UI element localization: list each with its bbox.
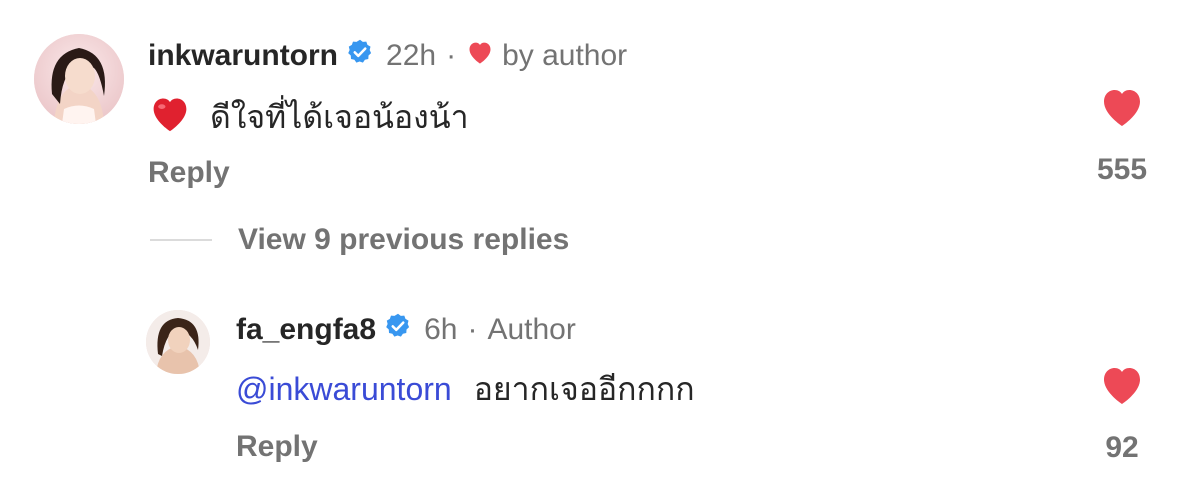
comments-thread: inkwaruntorn 22h · by author ดีใจที่ได้เ… (0, 0, 1200, 499)
liked-by-author-label: by author (502, 39, 628, 72)
reply-reply-button[interactable]: Reply (236, 430, 318, 464)
author-like-heart-icon (466, 39, 494, 73)
comment-like: 555 (1082, 84, 1162, 187)
reply-like-count[interactable]: 92 (1082, 431, 1162, 465)
avatar-fa-engfa8[interactable] (146, 310, 210, 374)
comment-separator: · (446, 39, 457, 72)
comment-username[interactable]: inkwaruntorn (148, 39, 338, 73)
reply-separator: · (467, 313, 478, 346)
reply-text: อยากเจออีกกกก (473, 370, 695, 407)
comment-header: inkwaruntorn 22h · by author (148, 36, 627, 76)
avatar-inkwaruntorn[interactable] (34, 34, 124, 124)
comment-reply-button[interactable]: Reply (148, 156, 230, 190)
view-replies-label[interactable]: View 9 previous replies (238, 223, 569, 257)
verified-badge-icon (346, 38, 374, 74)
comment-body: ดีใจที่ได้เจอน้องน้า (148, 92, 469, 142)
verified-badge-icon (384, 312, 412, 348)
avatar-image (146, 310, 210, 374)
author-tag: Author (487, 313, 576, 346)
divider-line (150, 239, 212, 241)
reply-header: fa_engfa8 6h · Author (236, 310, 576, 350)
comment-time: 22h (386, 39, 437, 72)
mention-link[interactable]: @inkwaruntorn (236, 371, 452, 408)
avatar-image (34, 34, 124, 124)
red-heart-emoji-icon (148, 93, 192, 141)
view-previous-replies[interactable]: View 9 previous replies (150, 222, 569, 258)
comment-text: ดีใจที่ได้เจอน้องน้า (210, 98, 469, 135)
reply-username[interactable]: fa_engfa8 (236, 313, 376, 347)
reply-like: 92 (1082, 362, 1162, 465)
comment-like-count[interactable]: 555 (1082, 153, 1162, 187)
reply-time: 6h (424, 313, 458, 346)
like-heart-icon[interactable] (1082, 84, 1162, 133)
reply-body: @inkwaruntorn อยากเจออีกกกก (236, 364, 695, 414)
like-heart-icon[interactable] (1082, 362, 1162, 411)
